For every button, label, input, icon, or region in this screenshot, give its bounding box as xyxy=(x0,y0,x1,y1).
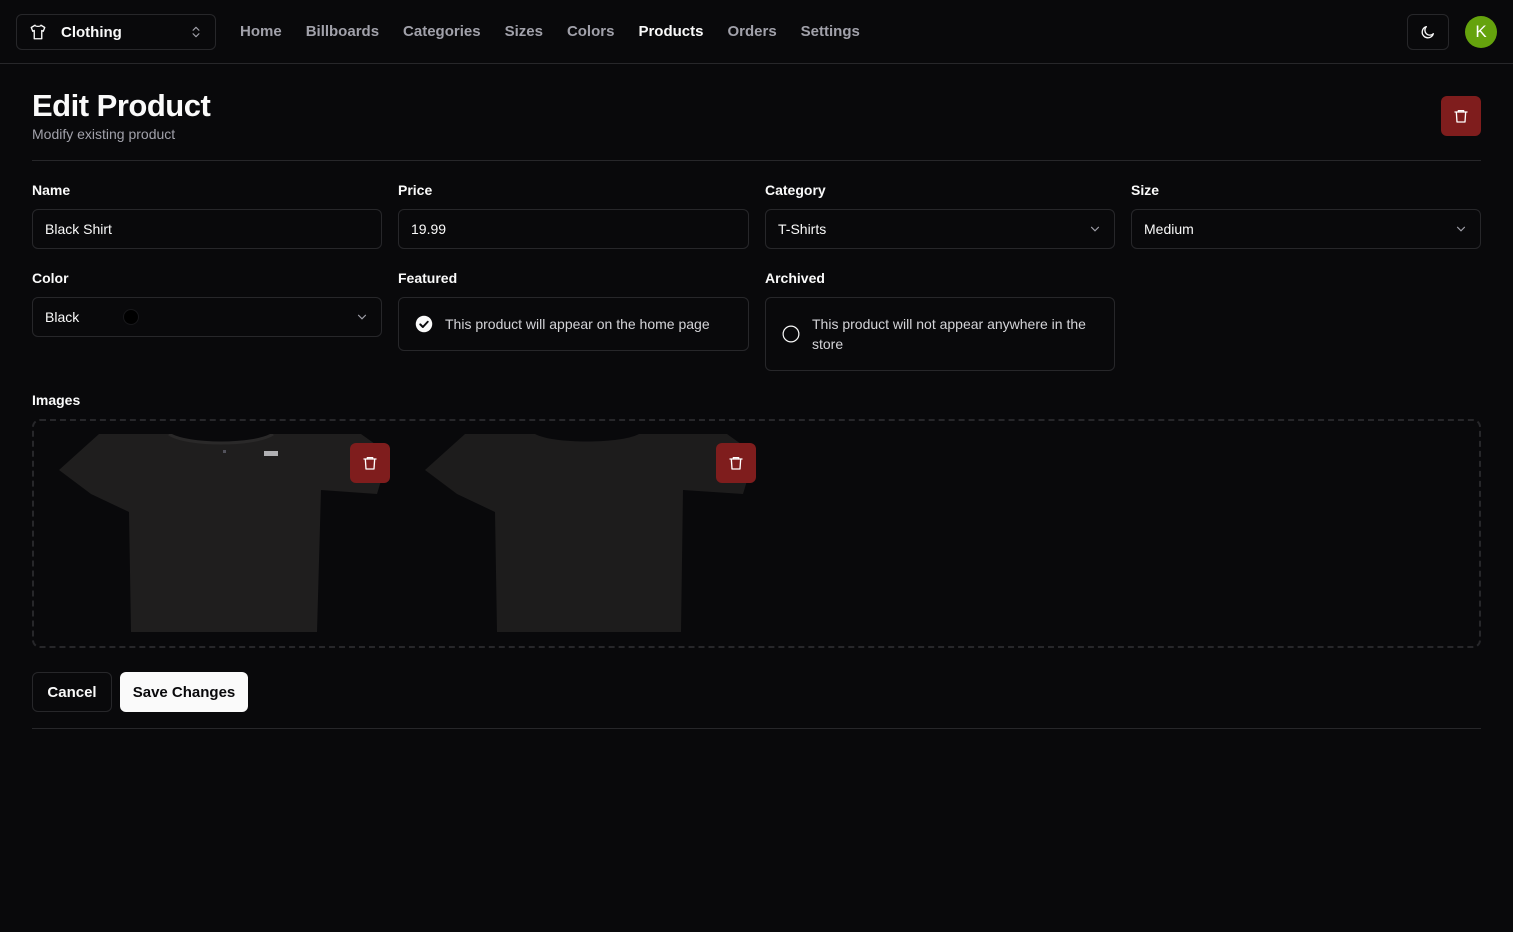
archived-checkbox[interactable] xyxy=(782,325,800,343)
featured-checkbox[interactable] xyxy=(415,315,433,333)
user-avatar[interactable]: K xyxy=(1465,16,1497,48)
size-select[interactable]: Medium xyxy=(1131,209,1481,249)
archived-label: Archived xyxy=(765,270,825,286)
moon-icon xyxy=(1421,26,1434,39)
price-label: Price xyxy=(398,182,433,198)
color-label: Color xyxy=(32,270,69,286)
nav-products[interactable]: Products xyxy=(638,22,703,42)
chevron-down-icon xyxy=(1456,226,1466,232)
page-title: Edit Product xyxy=(32,88,211,123)
archived-option: This product will not appear anywhere in… xyxy=(765,297,1115,371)
size-value: Medium xyxy=(1144,221,1194,237)
featured-label: Featured xyxy=(398,270,458,286)
featured-option: This product will appear on the home pag… xyxy=(398,297,749,351)
name-label: Name xyxy=(32,182,71,198)
store-switcher[interactable]: Clothing xyxy=(16,14,216,50)
delete-product-button[interactable] xyxy=(1441,96,1481,136)
theme-toggle-button[interactable] xyxy=(1407,14,1449,50)
trash-icon xyxy=(1454,110,1468,123)
page-subtitle: Modify existing product xyxy=(32,126,176,142)
main-nav: Home Billboards Categories Sizes Colors … xyxy=(240,22,860,42)
store-switcher-label: Clothing xyxy=(61,23,122,41)
remove-image-1-button[interactable] xyxy=(350,443,390,483)
save-changes-button[interactable]: Save Changes xyxy=(120,672,248,712)
nav-billboards[interactable]: Billboards xyxy=(306,22,379,42)
featured-description: This product will appear on the home pag… xyxy=(445,316,710,332)
shirt-icon xyxy=(30,24,46,40)
category-label: Category xyxy=(765,182,826,198)
size-label: Size xyxy=(1131,182,1160,198)
nav-home[interactable]: Home xyxy=(240,22,282,42)
top-navbar: Clothing Home Billboards Categories Size… xyxy=(0,0,1513,64)
color-value: Black xyxy=(45,309,80,325)
archived-description: This product will not appear anywhere in… xyxy=(812,316,1086,352)
nav-colors[interactable]: Colors xyxy=(567,22,615,42)
name-input[interactable] xyxy=(32,209,382,249)
color-swatch xyxy=(123,309,140,325)
chevron-down-icon xyxy=(1090,226,1100,232)
footer-divider xyxy=(32,728,1481,729)
chevrons-up-down-icon xyxy=(192,26,200,38)
product-image-2 xyxy=(425,434,755,632)
price-input[interactable] xyxy=(398,209,749,249)
nav-categories[interactable]: Categories xyxy=(403,22,481,42)
trash-icon xyxy=(729,457,743,470)
chevron-down-icon xyxy=(357,314,367,320)
trash-icon xyxy=(363,457,377,470)
cancel-button[interactable]: Cancel xyxy=(32,672,112,712)
remove-image-2-button[interactable] xyxy=(716,443,756,483)
product-image-1 xyxy=(59,434,389,632)
nav-orders[interactable]: Orders xyxy=(727,22,776,42)
nav-sizes[interactable]: Sizes xyxy=(505,22,543,42)
header-divider xyxy=(32,160,1481,161)
color-select[interactable]: Black xyxy=(32,297,382,337)
category-value: T-Shirts xyxy=(778,221,827,237)
nav-settings[interactable]: Settings xyxy=(801,22,860,42)
category-select[interactable]: T-Shirts xyxy=(765,209,1115,249)
images-label: Images xyxy=(32,392,81,408)
